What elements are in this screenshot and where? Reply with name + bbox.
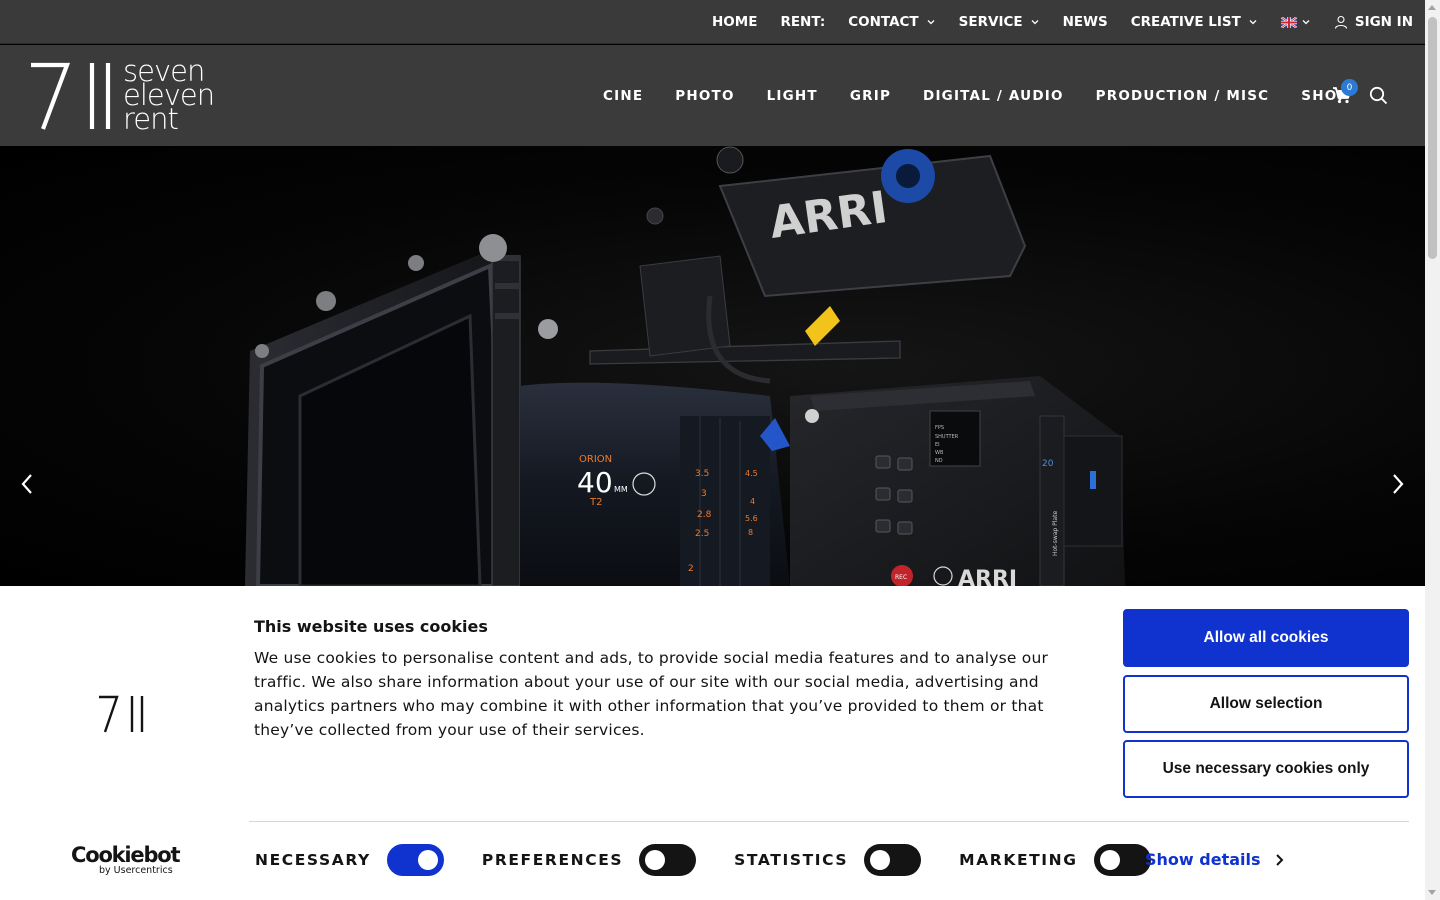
cookiebot-name: Cookiebot (71, 843, 181, 867)
allow-selection-button[interactable]: Allow selection (1123, 675, 1409, 733)
scroll-down-arrow-icon[interactable] (1428, 890, 1436, 895)
seven-eleven-small-logo-icon (99, 695, 144, 733)
nav-photo[interactable]: PHOTO (675, 88, 734, 104)
nav-cine[interactable]: CINE (603, 88, 643, 104)
screen-line: WB (935, 450, 944, 456)
side-plate-text: Hot-swap Plate (1052, 511, 1059, 556)
scrollbar-thumb[interactable] (1428, 17, 1437, 259)
site-logo[interactable]: seven eleven rent (29, 57, 234, 134)
nav-creative-list[interactable]: CREATIVE LIST (1131, 14, 1258, 30)
chevron-down-icon (1302, 20, 1310, 25)
search-icon[interactable] (1369, 86, 1388, 105)
lens-focal-text: 40 (577, 466, 613, 499)
nav-production-misc[interactable]: PRODUCTION / MISC (1096, 88, 1270, 104)
chevron-down-icon (1249, 20, 1257, 25)
marketing-label: MARKETING (959, 851, 1078, 869)
nav-home-label: HOME (712, 14, 758, 30)
show-details-link[interactable]: Show details (1145, 850, 1285, 869)
nav-grip[interactable]: GRIP (850, 88, 891, 104)
scroll-up-arrow-icon[interactable] (1428, 5, 1436, 10)
nav-contact[interactable]: CONTACT (848, 14, 935, 30)
side-code-text: 20 (1042, 459, 1054, 469)
main-nav: CINE PHOTO LIGHT GRIP DIGITAL / AUDIO PR… (603, 45, 1381, 146)
focus-mark: 2.8 (697, 510, 712, 520)
top-bar: HOME RENT: CONTACT SERVICE NEWS CREATIVE… (0, 0, 1425, 44)
cart-count-badge: 0 (1341, 79, 1358, 96)
hero-camera-image: ORION 40 MM T2 3.5 3 2.8 2.5 2 4.5 4 5.6… (245, 146, 1125, 586)
preferences-toggle[interactable] (639, 844, 697, 876)
seven-eleven-logo-mark-icon (31, 62, 111, 130)
lens-stop-text: T2 (589, 497, 602, 508)
screen-line: SHUTTER (935, 434, 959, 440)
sign-in-label: SIGN IN (1354, 14, 1413, 30)
aperture-mark: 5.6 (745, 514, 758, 523)
slider-prev-arrow-icon[interactable] (20, 473, 34, 495)
chevron-down-icon (1031, 20, 1039, 25)
nav-rent-label: RENT: (780, 14, 826, 30)
focus-mark: 3 (701, 489, 707, 499)
statistics-toggle[interactable] (864, 844, 922, 876)
main-header: seven eleven rent CINE PHOTO LIGHT GRIP … (0, 45, 1425, 146)
nav-home[interactable]: HOME (712, 14, 757, 30)
focus-mark: 2.5 (695, 529, 709, 539)
statistics-label: STATISTICS (734, 851, 849, 869)
necessary-toggle[interactable] (386, 844, 444, 876)
uk-flag-icon (1280, 16, 1297, 28)
chevron-right-icon (1275, 853, 1283, 866)
nav-service[interactable]: SERVICE (959, 14, 1040, 30)
slider-next-arrow-icon[interactable] (1391, 473, 1405, 495)
focus-mark: 3.5 (695, 469, 709, 479)
screen-line: FPS (935, 425, 944, 431)
allow-all-cookies-button[interactable]: Allow all cookies (1123, 609, 1409, 667)
nav-contact-label: CONTACT (848, 14, 919, 30)
cookie-consent-banner: This website uses cookies We use cookies… (0, 586, 1425, 900)
aperture-mark: 8 (748, 528, 753, 537)
preferences-label: PREFERENCES (481, 851, 624, 869)
top-nav: HOME RENT: CONTACT SERVICE NEWS CREATIVE… (689, 0, 1413, 44)
aperture-mark: 4.5 (745, 469, 758, 478)
focus-mark: 2 (688, 564, 694, 574)
nav-digital-audio[interactable]: DIGITAL / AUDIO (923, 88, 1064, 104)
screen-line: EI (935, 442, 940, 448)
sign-in-link[interactable]: SIGN IN (1334, 14, 1413, 30)
nav-light[interactable]: LIGHT (767, 88, 818, 104)
user-icon (1334, 15, 1347, 29)
necessary-only-button[interactable]: Use necessary cookies only (1123, 740, 1409, 798)
cookie-title: This website uses cookies (254, 617, 488, 636)
nav-news-label: NEWS (1062, 14, 1108, 30)
cookie-description: We use cookies to personalise content an… (254, 649, 1049, 739)
lens-brand-text: ORION (579, 454, 612, 465)
show-details-label: Show details (1145, 850, 1261, 869)
nav-rent[interactable]: RENT: (780, 14, 825, 30)
hero-slider: ORION 40 MM T2 3.5 3 2.8 2.5 2 4.5 4 5.6… (0, 146, 1425, 586)
page-scrollbar[interactable] (1425, 0, 1440, 900)
rec-button-label: REC (895, 574, 907, 581)
toggle-knob (1099, 850, 1120, 870)
nav-news[interactable]: NEWS (1063, 14, 1108, 30)
cookie-category-toggles: NECESSARY PREFERENCES STATISTICS MARKETI… (255, 844, 1151, 876)
language-selector[interactable] (1280, 16, 1311, 28)
cookiebot-logo[interactable]: Cookiebot by Usercentrics (71, 845, 181, 879)
toggle-knob (645, 850, 666, 870)
chevron-down-icon (927, 20, 935, 25)
toggle-knob (417, 850, 438, 870)
aperture-mark: 4 (750, 497, 755, 506)
marketing-toggle[interactable] (1093, 844, 1151, 876)
cookie-divider (249, 821, 1409, 822)
nav-service-label: SERVICE (958, 14, 1023, 30)
logo-wordmark: seven eleven rent (123, 57, 215, 134)
lens-unit-text: MM (614, 485, 628, 494)
nav-creative-list-label: CREATIVE LIST (1130, 14, 1241, 30)
necessary-label: NECESSARY (255, 851, 371, 869)
arri-body-text: ARRI (958, 567, 1017, 586)
screen-line: ND (935, 458, 943, 464)
toggle-knob (870, 850, 891, 870)
